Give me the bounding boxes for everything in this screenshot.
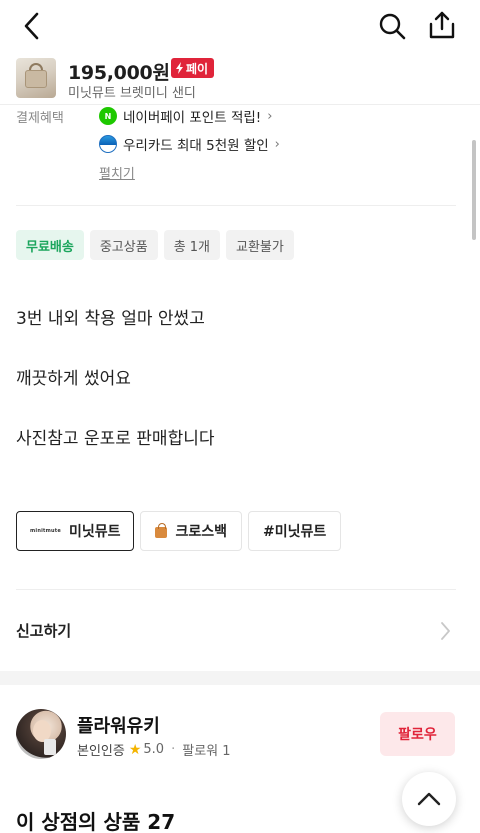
section-separator (0, 671, 480, 685)
category-chip-label: 크로스백 (175, 524, 228, 540)
benefits-label: 결제혜택 (16, 111, 64, 126)
lightning-icon (176, 62, 183, 74)
tag-quantity: 총 1개 (163, 230, 221, 260)
verified-label: 본인인증 (77, 744, 125, 759)
tag-no-exchange: 교환불가 (226, 230, 294, 260)
description-line: 3번 내외 착용 얼마 안썼고 (16, 309, 205, 329)
product-thumbnail[interactable] (16, 58, 56, 98)
divider (16, 205, 456, 206)
product-price: 195,000원 (68, 62, 170, 84)
benefit-text: 네이버페이 포인트 적립! (123, 110, 262, 126)
brand-chip-label: 미닛뮤트 (68, 524, 121, 540)
seller-meta: 본인인증 ★ 5.0 · 팔로워 1 (77, 740, 231, 760)
product-summary-header: 195,000원 미닛뮤트 브렛미니 샌디 (0, 52, 480, 104)
divider (0, 104, 480, 105)
product-tags: 무료배송 중고상품 총 1개 교환불가 (16, 230, 294, 260)
bag-icon (155, 523, 168, 538)
benefit-naver-pay[interactable]: N 네이버페이 포인트 적립! › (99, 106, 272, 126)
description-line: 사진참고 운포로 판매합니다 (16, 429, 215, 449)
chevron-right-icon[interactable] (438, 620, 452, 646)
category-chip[interactable]: 크로스백 (140, 511, 243, 551)
product-name: 미닛뮤트 브렛미니 샌디 (68, 86, 196, 101)
unfold-link[interactable]: 펼치기 (99, 163, 135, 182)
brand-logo: minitmute (30, 528, 61, 534)
chevron-up-icon (417, 792, 441, 806)
woori-card-icon (99, 135, 117, 153)
shop-products-title: 이 상점의 상품 27 (16, 810, 176, 833)
scroll-to-top-button[interactable] (402, 772, 456, 826)
search-icon[interactable] (374, 8, 410, 44)
pay-badge: 페이 (171, 58, 215, 78)
top-bar (0, 0, 480, 52)
brand-chip[interactable]: minitmute 미닛뮤트 (16, 511, 135, 551)
tag-used-item: 중고상품 (89, 230, 158, 260)
seller-rating: 5.0 (143, 742, 165, 757)
scrollbar[interactable] (472, 140, 476, 240)
benefit-text: 우리카드 최대 5천원 할인 (123, 138, 269, 154)
pay-badge-label: 페이 (186, 61, 209, 76)
hashtag-chip-label: #미닛뮤트 (263, 524, 327, 540)
chevron-right-icon: › (267, 108, 273, 124)
divider (16, 589, 456, 590)
follow-button[interactable]: 팔로우 (380, 712, 455, 756)
back-icon[interactable] (14, 8, 50, 44)
hashtag-chip[interactable]: #미닛뮤트 (248, 511, 342, 551)
seller-name[interactable]: 플라워유키 (77, 712, 160, 738)
chevron-right-icon: › (274, 136, 280, 152)
description-line: 깨끗하게 썼어요 (16, 369, 131, 389)
star-icon: ★ (128, 741, 142, 758)
benefit-woori-card[interactable]: 우리카드 최대 5천원 할인 › (99, 134, 280, 154)
report-link[interactable]: 신고하기 (16, 620, 71, 641)
tag-free-shipping: 무료배송 (16, 230, 84, 260)
share-icon[interactable] (424, 6, 460, 44)
related-chips: minitmute 미닛뮤트 크로스백 #미닛뮤트 (16, 511, 342, 551)
seller-avatar[interactable] (16, 709, 66, 759)
seller-followers: 팔로워 1 (182, 744, 231, 759)
naver-pay-icon: N (99, 107, 117, 125)
dot-separator: · (171, 742, 176, 757)
